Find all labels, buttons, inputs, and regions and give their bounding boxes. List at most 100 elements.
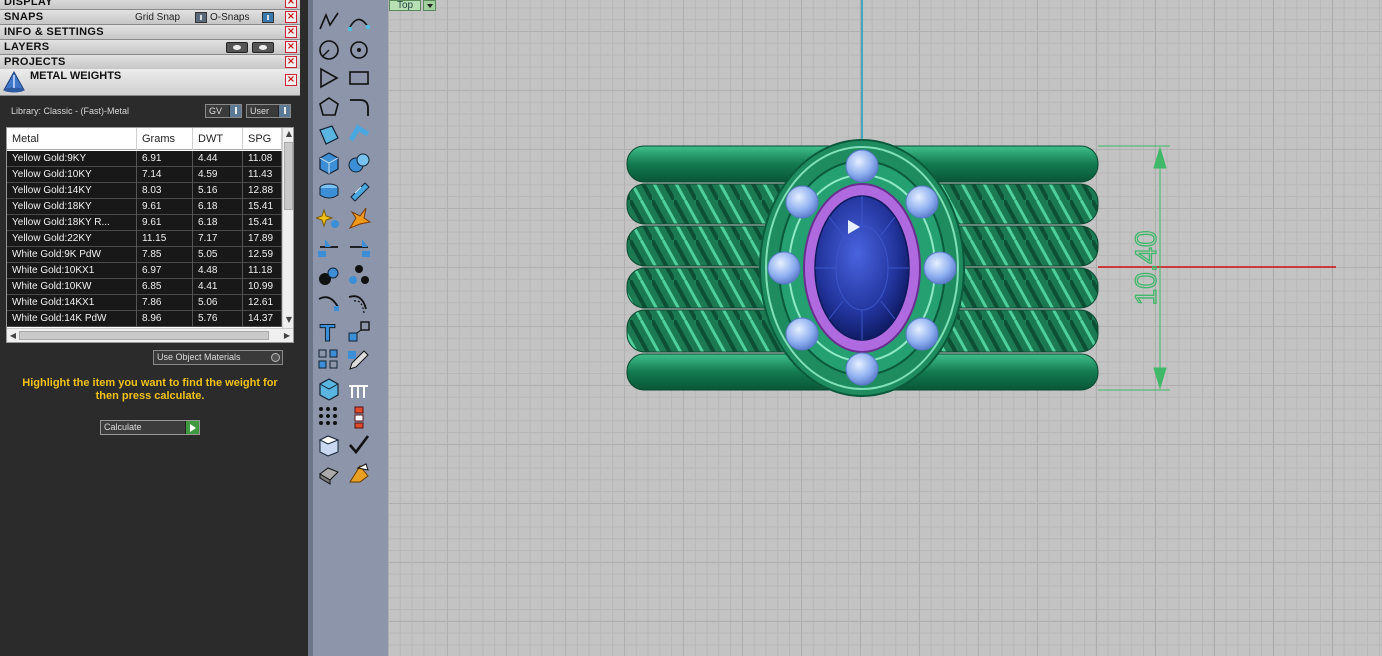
table-row[interactable]: Yellow Gold:10KY 7.14 4.59 11.43 bbox=[7, 167, 282, 183]
fillet-icon[interactable] bbox=[346, 94, 372, 120]
curve-edit-icon[interactable] bbox=[346, 9, 372, 35]
dot-grid-icon[interactable] bbox=[316, 404, 342, 430]
vertical-scrollbar[interactable]: ▲ ▼ bbox=[282, 128, 293, 328]
user-selector[interactable]: User bbox=[246, 104, 291, 118]
calculate-button[interactable]: Calculate bbox=[100, 420, 200, 435]
info-settings-panel-header[interactable]: INFO & SETTINGS × bbox=[0, 25, 300, 40]
triangle-icon[interactable] bbox=[316, 65, 342, 91]
text-tool-icon[interactable]: T bbox=[316, 319, 342, 346]
surface-patch-icon[interactable] bbox=[316, 122, 342, 148]
check-icon[interactable] bbox=[346, 432, 372, 458]
table-row[interactable]: Yellow Gold:22KY 11.15 7.17 17.89 bbox=[7, 231, 282, 247]
scroll-right-icon[interactable]: ▶ bbox=[281, 329, 293, 342]
metal-weights-table[interactable]: Metal Grams DWT SPG Yellow Gold:9KY 6.91 4… bbox=[6, 127, 294, 343]
table-row[interactable]: Yellow Gold:18KY 9.61 6.18 15.41 bbox=[7, 199, 282, 215]
split-icon[interactable] bbox=[316, 235, 342, 261]
display-panel-header[interactable]: DISPLAY × bbox=[0, 0, 300, 10]
array-icon[interactable] bbox=[346, 263, 372, 289]
cube-icon[interactable] bbox=[316, 150, 342, 176]
pencil-icon[interactable] bbox=[346, 347, 372, 373]
polygon-icon[interactable] bbox=[316, 94, 342, 120]
table-row[interactable]: Yellow Gold:18KY R... 9.61 6.18 15.41 bbox=[7, 215, 282, 231]
table-row[interactable]: Yellow Gold:14KY 8.03 5.16 12.88 bbox=[7, 183, 282, 199]
table-row[interactable]: Yellow Gold:9KY 6.91 4.44 11.08 bbox=[7, 151, 282, 167]
ring-model[interactable]: 10.40 bbox=[388, 0, 1382, 656]
rectangle-icon[interactable] bbox=[346, 65, 372, 91]
top-viewport[interactable]: 10.40 bbox=[388, 0, 1382, 656]
polyline-icon[interactable] bbox=[316, 9, 342, 35]
scroll-left-icon[interactable]: ◀ bbox=[7, 329, 19, 342]
column-header-dwt[interactable]: DWT bbox=[193, 128, 243, 150]
display-panel-title: DISPLAY bbox=[4, 0, 53, 8]
view-name-label[interactable]: Top bbox=[389, 0, 422, 11]
explode-icon[interactable] bbox=[346, 206, 372, 232]
cell-metal: White Gold:10KW bbox=[7, 279, 137, 295]
sparkle-icon[interactable] bbox=[316, 206, 342, 232]
column-header-metal[interactable]: Metal bbox=[7, 128, 137, 150]
scroll-thumb-horizontal[interactable] bbox=[19, 331, 269, 340]
scroll-up-icon[interactable]: ▲ bbox=[284, 128, 293, 140]
arc-icon[interactable] bbox=[316, 37, 342, 63]
circle-point-icon[interactable] bbox=[346, 37, 372, 63]
dimension-icon[interactable] bbox=[346, 404, 372, 430]
table-row[interactable]: White Gold:14KX1 7.86 5.06 12.61 bbox=[7, 295, 282, 311]
eye-icon[interactable] bbox=[252, 42, 274, 53]
bend-icon[interactable] bbox=[346, 122, 372, 148]
projects-panel-title: PROJECTS bbox=[4, 56, 66, 68]
palette-edge bbox=[308, 0, 313, 656]
cell-dwt: 5.06 bbox=[193, 295, 243, 311]
table-row[interactable]: White Gold:9K PdW 7.85 5.05 12.59 bbox=[7, 247, 282, 263]
close-icon[interactable]: × bbox=[285, 41, 297, 53]
spheres-icon[interactable] bbox=[316, 263, 342, 289]
close-icon[interactable]: × bbox=[285, 11, 297, 23]
cell-grams: 7.14 bbox=[137, 167, 193, 183]
table-row[interactable]: White Gold:10KW 6.85 4.41 10.99 bbox=[7, 279, 282, 295]
gv-toggle-icon[interactable] bbox=[229, 105, 241, 117]
close-icon[interactable]: × bbox=[285, 0, 297, 8]
rail-icon[interactable] bbox=[346, 291, 372, 317]
o-snaps-toggle[interactable] bbox=[262, 12, 274, 23]
pipe-icon[interactable] bbox=[316, 178, 342, 204]
paint-icon[interactable] bbox=[346, 460, 372, 486]
user-toggle-icon[interactable] bbox=[278, 105, 290, 117]
boolean-icon[interactable] bbox=[346, 150, 372, 176]
prongs-icon[interactable] bbox=[346, 376, 372, 402]
column-header-spg[interactable]: SPG bbox=[243, 128, 282, 150]
extrude-icon[interactable] bbox=[316, 460, 342, 486]
cell-metal: White Gold:9K PdW bbox=[7, 247, 137, 263]
layer-shade-icon[interactable] bbox=[226, 42, 248, 53]
cell-metal: Yellow Gold:22KY bbox=[7, 231, 137, 247]
column-header-grams[interactable]: Grams bbox=[137, 128, 193, 150]
table-row[interactable]: White Gold:14K PdW 8.96 5.76 14.37 bbox=[7, 311, 282, 327]
close-icon[interactable]: × bbox=[285, 26, 297, 38]
gem-set-icon[interactable] bbox=[346, 178, 372, 204]
play-icon[interactable] bbox=[185, 421, 199, 434]
projects-panel-header[interactable]: PROJECTS × bbox=[0, 55, 300, 70]
dimension-value: 10.40 bbox=[1130, 230, 1163, 305]
svg-text:T: T bbox=[320, 322, 335, 345]
radio-icon[interactable] bbox=[271, 353, 280, 362]
snaps-panel-header[interactable]: SNAPS Grid Snap O-Snaps × bbox=[0, 10, 300, 25]
cell-metal: Yellow Gold:10KY bbox=[7, 167, 137, 183]
curve-offset-icon[interactable] bbox=[316, 291, 342, 317]
trim-icon[interactable] bbox=[346, 235, 372, 261]
scroll-down-icon[interactable]: ▼ bbox=[284, 314, 293, 326]
metal-weights-panel-header[interactable]: METAL WEIGHTS × bbox=[0, 69, 300, 96]
grid-snap-toggle[interactable] bbox=[195, 12, 207, 23]
use-object-materials-option[interactable]: Use Object Materials bbox=[153, 350, 283, 365]
cell-grams: 11.15 bbox=[137, 231, 193, 247]
scroll-thumb[interactable] bbox=[284, 142, 293, 210]
view-dropdown-icon[interactable] bbox=[423, 0, 436, 11]
layers-panel-header[interactable]: LAYERS × bbox=[0, 40, 300, 55]
table-row[interactable]: White Gold:10KX1 6.97 4.48 11.18 bbox=[7, 263, 282, 279]
cell-spg: 11.08 bbox=[243, 151, 282, 167]
close-icon[interactable]: × bbox=[285, 74, 297, 86]
gv-selector[interactable]: GV bbox=[205, 104, 242, 118]
scale-icon[interactable] bbox=[346, 319, 372, 345]
horizontal-scrollbar[interactable]: ◀ ▶ bbox=[7, 328, 293, 342]
cell-dwt: 4.41 bbox=[193, 279, 243, 295]
grid-array-icon[interactable] bbox=[316, 347, 342, 373]
box-icon[interactable] bbox=[316, 376, 342, 402]
close-icon[interactable]: × bbox=[285, 56, 297, 68]
solid-icon[interactable] bbox=[316, 432, 342, 458]
